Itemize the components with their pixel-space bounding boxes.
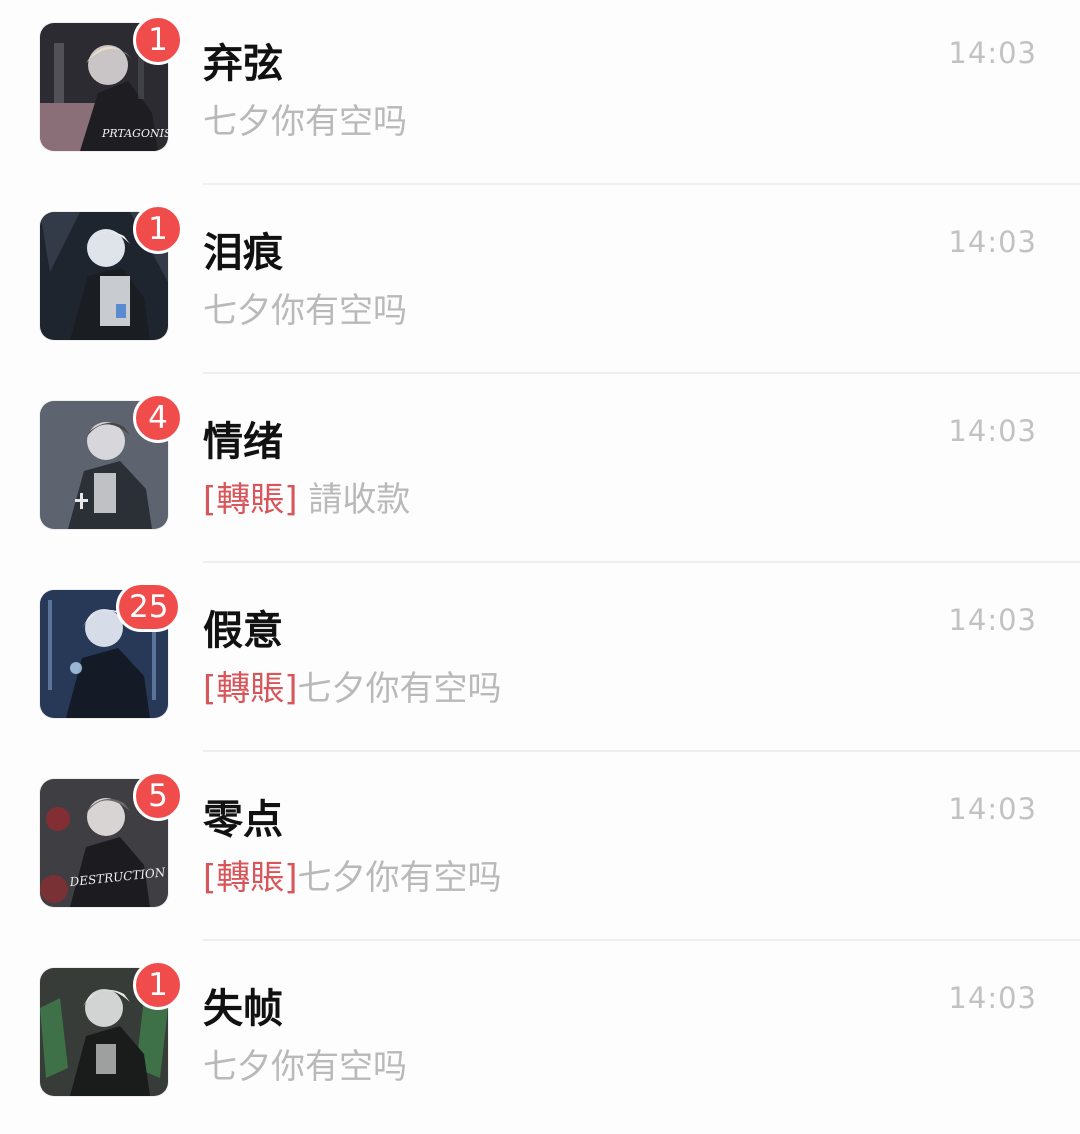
- contact-name: 失帧: [203, 985, 283, 1032]
- message-preview: 七夕你有空吗: [203, 100, 407, 144]
- contact-name: 弃弦: [203, 40, 283, 87]
- message-preview: 七夕你有空吗: [203, 1045, 407, 1089]
- chat-item[interactable]: PRTAGONIST 1 弃弦 七夕你有空吗 14:03: [0, 0, 1080, 189]
- svg-text:PRTAGONIST: PRTAGONIST: [101, 127, 168, 140]
- message-time: 14:03: [948, 36, 1037, 70]
- message-preview: [轉賬]七夕你有空吗: [203, 856, 502, 900]
- transfer-tag: [轉賬]: [203, 480, 298, 520]
- message-preview: 七夕你有空吗: [203, 289, 407, 333]
- chat-item[interactable]: DESTRUCTION 5 零点 [轉賬]七夕你有空吗 14:03: [0, 756, 1080, 945]
- unread-badge: 1: [133, 960, 183, 1010]
- message-text: 七夕你有空吗: [203, 1047, 407, 1087]
- message-time: 14:03: [948, 603, 1037, 637]
- chat-list: PRTAGONIST 1 弃弦 七夕你有空吗 14:03 1 泪痕 七夕你有空吗…: [0, 0, 1080, 1123]
- unread-badge: 25: [116, 582, 182, 632]
- message-text: 七夕你有空吗: [297, 858, 502, 898]
- message-time: 14:03: [948, 981, 1037, 1015]
- message-text: 七夕你有空吗: [203, 102, 407, 142]
- contact-name: 情绪: [203, 418, 283, 465]
- transfer-tag: [轉賬]: [203, 669, 298, 709]
- message-preview: [轉賬]七夕你有空吗: [203, 667, 502, 711]
- message-time: 14:03: [948, 792, 1037, 826]
- message-text: 七夕你有空吗: [297, 669, 502, 709]
- chat-item[interactable]: 4 情绪 [轉賬] 請收款 14:03: [0, 378, 1080, 567]
- unread-badge: 5: [133, 771, 183, 821]
- divider: [203, 939, 1080, 941]
- unread-badge: 4: [133, 393, 183, 443]
- message-time: 14:03: [948, 414, 1037, 448]
- message-text: 請收款: [297, 480, 411, 520]
- divider: [203, 372, 1080, 374]
- unread-badge: 1: [133, 15, 183, 65]
- unread-badge: 1: [133, 204, 183, 254]
- contact-name: 泪痕: [203, 229, 283, 276]
- message-time: 14:03: [948, 225, 1037, 259]
- message-text: 七夕你有空吗: [203, 291, 407, 331]
- divider: [203, 183, 1080, 185]
- transfer-tag: [轉賬]: [203, 858, 298, 898]
- contact-name: 零点: [203, 796, 283, 843]
- chat-item[interactable]: 1 失帧 七夕你有空吗 14:03: [0, 945, 1080, 1134]
- contact-name: 假意: [203, 607, 283, 654]
- divider: [203, 561, 1080, 563]
- message-preview: [轉賬] 請收款: [203, 478, 410, 522]
- chat-item[interactable]: 1 泪痕 七夕你有空吗 14:03: [0, 189, 1080, 378]
- chat-item[interactable]: 25 假意 [轉賬]七夕你有空吗 14:03: [0, 567, 1080, 756]
- divider: [203, 750, 1080, 752]
